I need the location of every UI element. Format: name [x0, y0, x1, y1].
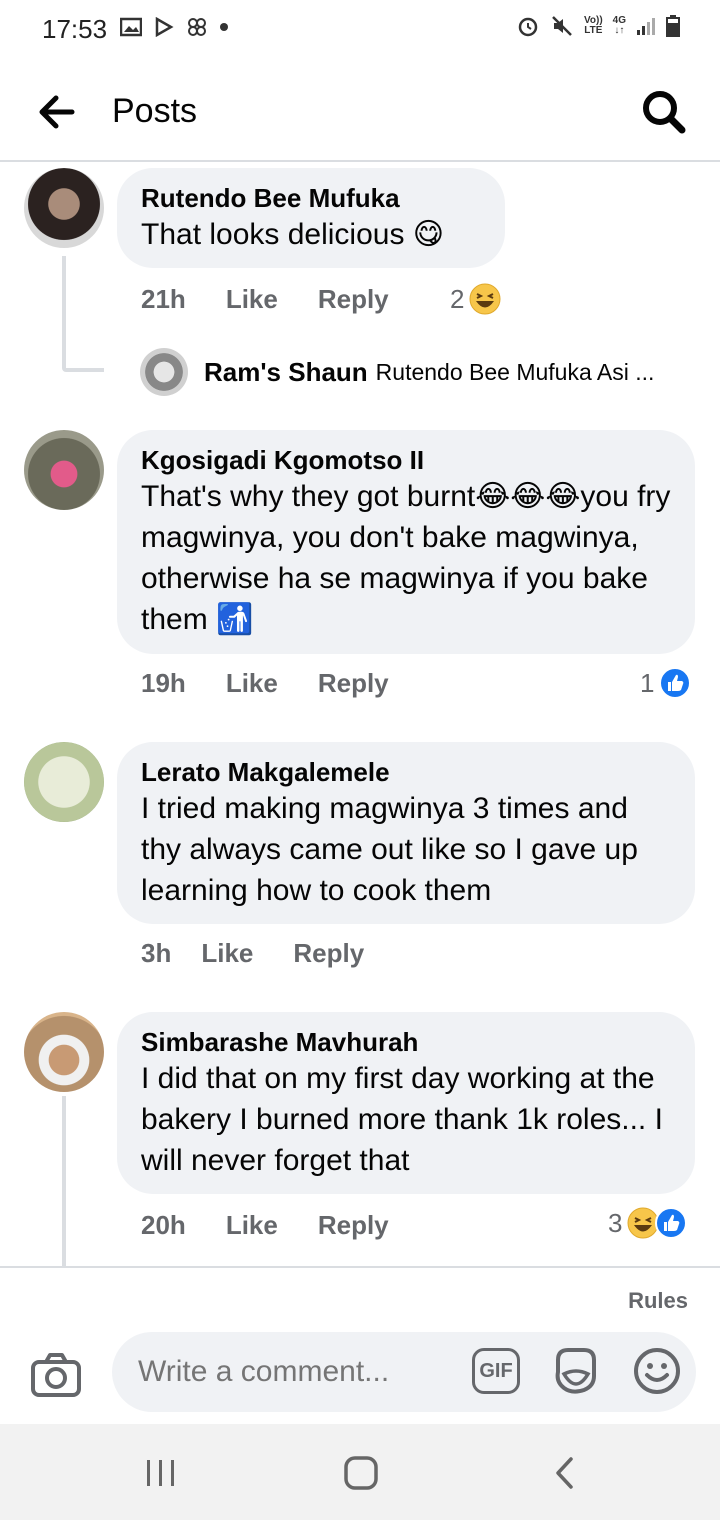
status-bar: 17:53 Vo)) LTE 4G ↓↑ [0, 0, 720, 60]
avatar[interactable] [24, 430, 104, 510]
reply-button[interactable]: Reply [318, 1210, 389, 1241]
alarm-icon [518, 17, 538, 37]
comment-bubble[interactable]: Simbarashe Mavhurah I did that on my fir… [117, 1012, 695, 1194]
recent-apps-icon [147, 1460, 174, 1486]
comment-actions: 20h Like Reply [141, 1210, 429, 1241]
reply-button[interactable]: Reply [293, 938, 364, 969]
mute-icon [552, 16, 572, 36]
comment-author[interactable]: Simbarashe Mavhurah [141, 1026, 671, 1058]
reply-preview[interactable]: Ram's Shaun Rutendo Bee Mufuka Asi ... [140, 348, 654, 396]
comment-time[interactable]: 20h [141, 1210, 186, 1241]
reply-snippet: Rutendo Bee Mufuka Asi ... [375, 358, 655, 385]
back-button[interactable] [540, 1448, 590, 1498]
comment-composer[interactable]: GIF [112, 1332, 696, 1412]
comment-text: That looks delicious 😋 [141, 218, 445, 251]
reaction-count: 1 [640, 667, 655, 698]
emoji-icon[interactable] [632, 1346, 682, 1396]
comment-author[interactable]: Kgosigadi Kgomotso II [141, 444, 671, 476]
comment-bubble[interactable]: Lerato Makgalemele I tried making magwin… [117, 742, 695, 924]
battery-icon [666, 15, 680, 37]
comment-author[interactable]: Rutendo Bee Mufuka [141, 182, 481, 214]
reply-button[interactable]: Reply [318, 668, 389, 699]
comment-time[interactable]: 21h [141, 284, 186, 315]
comment-input[interactable] [136, 1354, 460, 1390]
4g-icon: 4G ↓↑ [612, 15, 626, 36]
reaction-summary[interactable]: 3 [608, 1206, 688, 1240]
comment-actions: 3h Like Reply [141, 938, 404, 969]
like-button[interactable]: Like [226, 284, 278, 315]
thread-line-elbow [62, 368, 104, 372]
system-nav-bar [0, 1424, 720, 1520]
comment-bubble[interactable]: Kgosigadi Kgomotso II That's why they go… [117, 430, 695, 654]
comment-text: I did that on my first day working at th… [141, 1062, 663, 1177]
gif-button[interactable]: GIF [472, 1348, 520, 1394]
divider [0, 1266, 720, 1268]
back-chevron-icon [556, 1457, 573, 1489]
camera-icon[interactable] [30, 1352, 82, 1398]
search-icon[interactable] [640, 88, 688, 136]
recent-apps-button[interactable] [136, 1448, 186, 1498]
reply-button[interactable]: Reply [318, 284, 389, 315]
thread-line [62, 1096, 66, 1266]
like-reaction-icon [659, 667, 692, 699]
play-store-icon [155, 17, 174, 37]
reaction-summary[interactable]: 2 [450, 282, 502, 316]
comment-bubble[interactable]: Rutendo Bee Mufuka That looks delicious … [117, 168, 505, 268]
page-title: Posts [112, 92, 198, 130]
top-app-bar: Posts [0, 62, 720, 162]
like-button[interactable]: Like [226, 668, 278, 699]
home-icon [344, 1456, 378, 1490]
comment-time[interactable]: 19h [141, 668, 186, 699]
back-arrow-icon[interactable] [34, 90, 78, 134]
avatar[interactable] [24, 168, 104, 248]
comment-actions: 21h Like Reply [141, 284, 429, 315]
comment-time[interactable]: 3h [141, 938, 171, 969]
like-reaction-icon [655, 1207, 688, 1239]
avatar[interactable] [24, 1012, 104, 1092]
reaction-summary[interactable]: 1 [640, 666, 692, 700]
like-button[interactable]: Like [201, 938, 253, 969]
comment-text: I tried making magwinya 3 times and thy … [141, 792, 638, 907]
gallery-icon [120, 17, 142, 37]
reaction-count: 3 [608, 1207, 623, 1238]
comment-text: That's why they got burnt😂😂😂you fry magw… [141, 480, 671, 636]
haha-reaction-icon [469, 283, 501, 315]
comment-author[interactable]: Lerato Makgalemele [141, 756, 671, 788]
signal-icon [637, 18, 655, 35]
gif-label: GIF [479, 1359, 513, 1382]
home-button[interactable] [336, 1448, 386, 1498]
avatar[interactable] [24, 742, 104, 822]
avatar[interactable] [140, 348, 188, 396]
comment-actions: 19h Like Reply [141, 668, 429, 699]
like-button[interactable]: Like [226, 1210, 278, 1241]
dot-icon [220, 23, 228, 31]
reply-author[interactable]: Ram's Shaun [204, 357, 368, 388]
status-time: 17:53 [42, 14, 108, 44]
volte-icon: Vo)) LTE [583, 15, 603, 36]
sticker-icon[interactable] [552, 1346, 600, 1396]
thread-line [62, 256, 66, 368]
reaction-count: 2 [450, 283, 465, 314]
rules-link[interactable]: Rules [628, 1288, 688, 1314]
pinwheel-icon [188, 18, 206, 36]
